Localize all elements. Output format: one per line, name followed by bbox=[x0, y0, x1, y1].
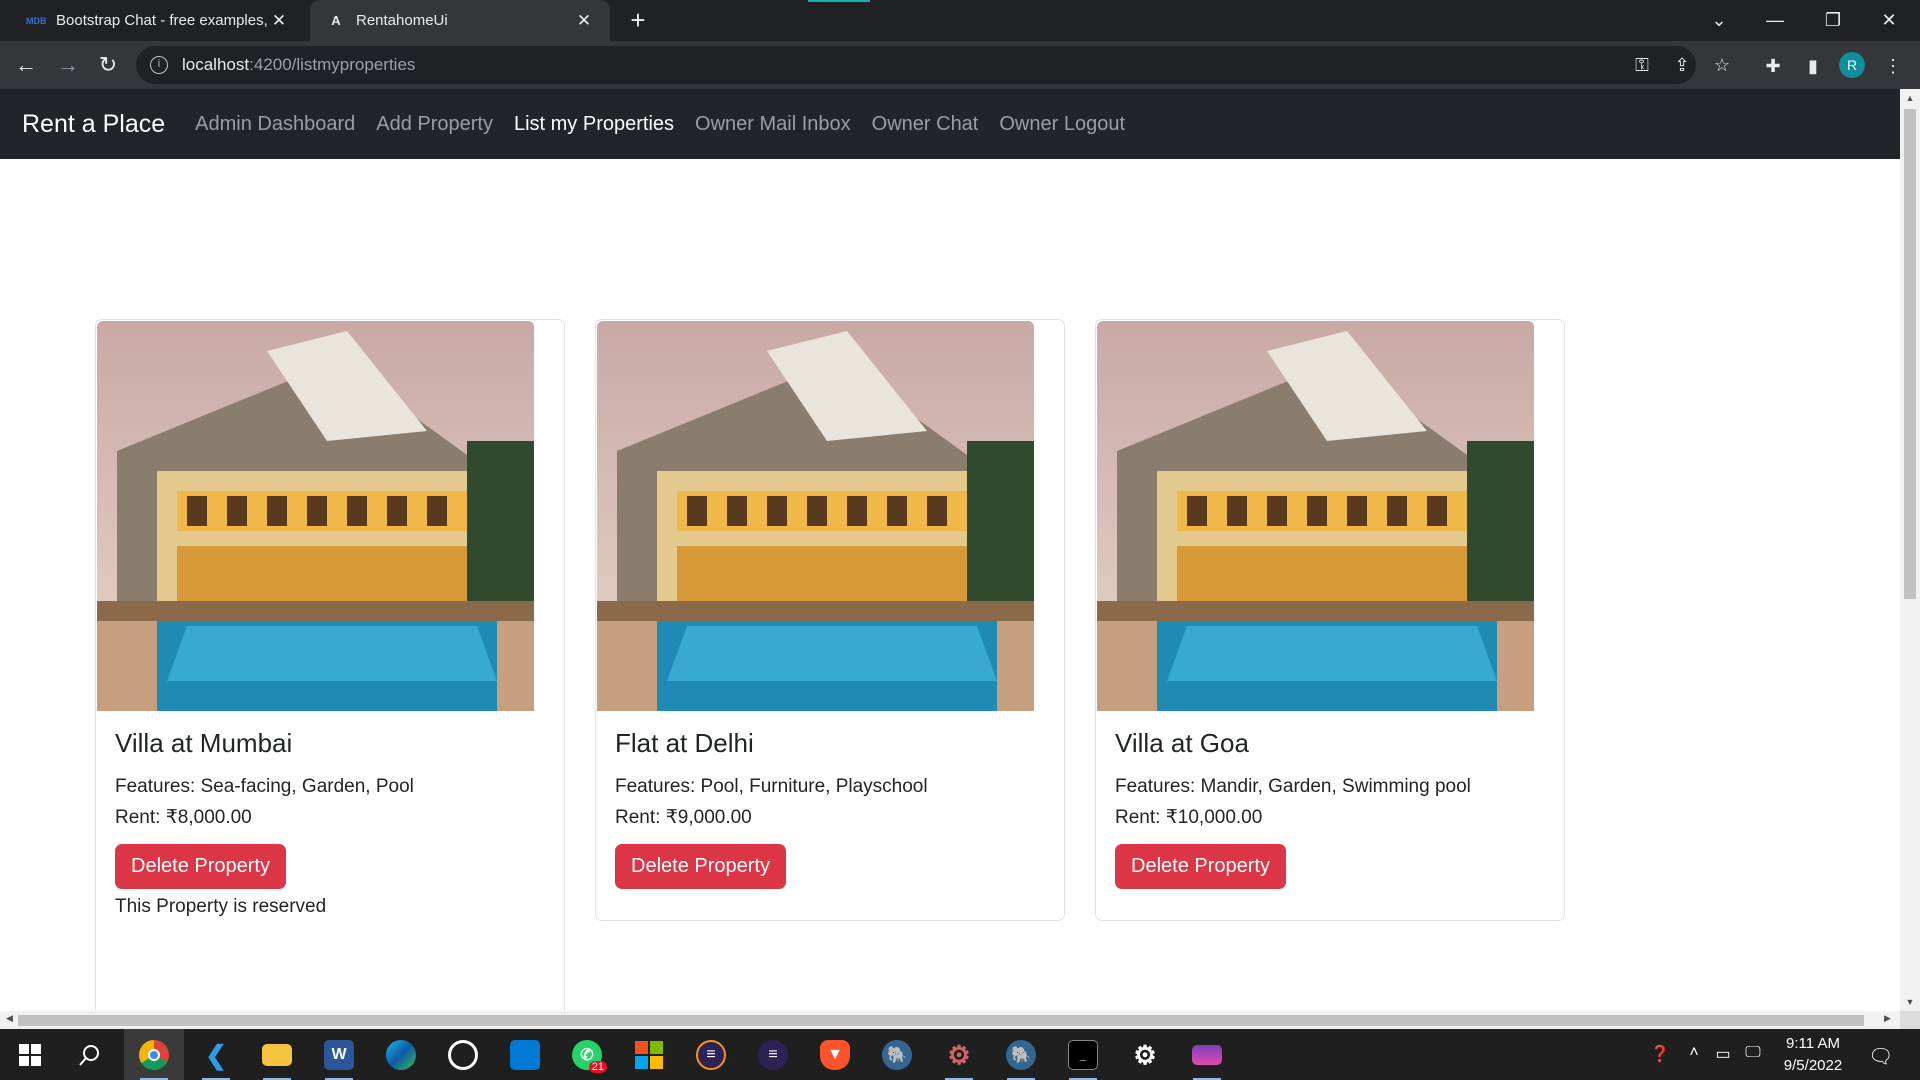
delete-property-button[interactable]: Delete Property bbox=[615, 844, 786, 889]
show-hidden-icons-chevron-icon[interactable]: ˄ bbox=[1683, 1044, 1705, 1062]
battery-icon[interactable]: ▭ bbox=[1712, 1044, 1734, 1064]
horizontal-scrollbar[interactable]: ◀ ▶ bbox=[0, 1011, 1900, 1029]
media-indicator bbox=[808, 0, 870, 2]
eclipse-icon[interactable]: ≡ bbox=[691, 1035, 731, 1075]
windows-start-icon[interactable] bbox=[10, 1035, 50, 1075]
store-icon[interactable] bbox=[505, 1035, 545, 1075]
scroll-left-arrow-icon[interactable]: ◀ bbox=[6, 1013, 13, 1024]
pgadmin-icon[interactable]: 🐘 bbox=[1001, 1035, 1041, 1080]
tab-title: Bootstrap Chat - free examples, t bbox=[56, 12, 269, 29]
property-features: Features: Pool, Furniture, Playschool bbox=[615, 776, 928, 797]
eclipse-ee-icon[interactable]: ≡ bbox=[753, 1035, 793, 1075]
property-features: Features: Mandir, Garden, Swimming pool bbox=[1115, 776, 1471, 797]
property-image bbox=[597, 321, 1034, 711]
back-button[interactable]: ← bbox=[10, 49, 42, 81]
restore-button[interactable]: ❐ bbox=[1810, 0, 1856, 41]
property-title: Villa at Goa bbox=[1115, 728, 1249, 758]
nav-link-owner-chat[interactable]: Owner Chat bbox=[872, 113, 979, 136]
settings-gear-app-icon[interactable]: ⚙ bbox=[939, 1035, 979, 1080]
bookmark-star-icon[interactable]: ☆ bbox=[1710, 53, 1734, 77]
vscode-icon[interactable]: ❮ bbox=[196, 1035, 236, 1080]
github-desktop-icon[interactable] bbox=[443, 1035, 483, 1075]
chrome-icon[interactable] bbox=[134, 1035, 174, 1080]
close-window-button[interactable]: ✕ bbox=[1866, 0, 1912, 41]
whatsapp-badge: 21 bbox=[588, 1061, 607, 1073]
site-info-icon[interactable]: i bbox=[150, 56, 168, 74]
postgres-elephant-icon[interactable]: 🐘 bbox=[877, 1035, 917, 1075]
search-icon[interactable] bbox=[70, 1035, 110, 1075]
property-card: Flat at Delhi Features: Pool, Furniture,… bbox=[595, 319, 1065, 921]
reload-button[interactable]: ↻ bbox=[92, 49, 124, 81]
delete-property-button[interactable]: Delete Property bbox=[1115, 844, 1286, 889]
office-apps-icon[interactable] bbox=[629, 1035, 669, 1075]
browser-toolbar: ← → ↻ i localhost:4200/listmyproperties … bbox=[0, 41, 1920, 89]
address-bar[interactable]: i localhost:4200/listmyproperties bbox=[136, 46, 1696, 84]
app-navbar: Rent a Place Admin Dashboard Add Propert… bbox=[0, 89, 1900, 159]
new-tab-button[interactable]: + bbox=[624, 6, 652, 34]
property-rent: Rent: ₹10,000.00 bbox=[1115, 807, 1263, 828]
nav-link-owner-logout[interactable]: Owner Logout bbox=[999, 113, 1125, 136]
snipping-tool-icon[interactable] bbox=[1187, 1035, 1227, 1080]
profile-avatar[interactable]: R bbox=[1839, 52, 1865, 78]
nav-link-owner-mail-inbox[interactable]: Owner Mail Inbox bbox=[695, 113, 851, 136]
windows-taskbar: ❮ W ✆ 21 ≡ ≡ ▼ 🐘 ⚙ 🐘 _ ⚙ bbox=[0, 1029, 1920, 1080]
notifications-icon[interactable]: 🗨 bbox=[1868, 1044, 1893, 1069]
file-explorer-icon[interactable] bbox=[257, 1035, 297, 1080]
share-icon[interactable]: ⇪ bbox=[1670, 53, 1694, 77]
property-card: Villa at Goa Features: Mandir, Garden, S… bbox=[1095, 319, 1565, 921]
scroll-up-arrow-icon[interactable]: ▲ bbox=[1900, 93, 1920, 103]
horizontal-scroll-thumb[interactable] bbox=[18, 1015, 1864, 1026]
property-image bbox=[97, 321, 534, 711]
navbar-brand[interactable]: Rent a Place bbox=[22, 110, 165, 139]
browser-tab-strip: MDB Bootstrap Chat - free examples, t ✕ … bbox=[0, 0, 1920, 41]
url-path: :4200/listmyproperties bbox=[249, 55, 416, 74]
side-panel-icon[interactable]: ▮ bbox=[1800, 53, 1826, 79]
browser-tab-rentahomeui[interactable]: A RentahomeUi ✕ bbox=[310, 0, 610, 41]
extensions-puzzle-icon[interactable]: ✚ bbox=[1760, 53, 1786, 79]
property-image bbox=[1097, 321, 1534, 711]
terminal-icon[interactable]: _ bbox=[1063, 1035, 1103, 1080]
password-key-icon[interactable]: ⚿ bbox=[1630, 53, 1654, 77]
scrollbar-corner bbox=[1900, 1011, 1920, 1029]
page-viewport: Rent a Place Admin Dashboard Add Propert… bbox=[0, 89, 1900, 1011]
tab-title: RentahomeUi bbox=[356, 12, 448, 29]
clock-time: 9:11 AM bbox=[1786, 1035, 1840, 1052]
mdb-favicon-icon: MDB bbox=[26, 15, 47, 26]
vertical-scrollbar[interactable]: ▲ ▼ bbox=[1900, 89, 1920, 1011]
close-tab-icon[interactable]: ✕ bbox=[574, 11, 594, 31]
clock-date: 9/5/2022 bbox=[1783, 1057, 1843, 1074]
edge-icon[interactable] bbox=[381, 1035, 421, 1075]
property-card: Villa at Mumbai Features: Sea-facing, Ga… bbox=[95, 319, 565, 1011]
url-host: localhost bbox=[182, 55, 250, 74]
whatsapp-icon[interactable]: ✆ 21 bbox=[567, 1035, 607, 1075]
scroll-right-arrow-icon[interactable]: ▶ bbox=[1884, 1013, 1891, 1024]
browser-tab-bootstrap-chat[interactable]: MDB Bootstrap Chat - free examples, t ✕ bbox=[10, 0, 305, 41]
word-icon[interactable]: W bbox=[319, 1035, 359, 1080]
help-question-icon[interactable]: ❓ bbox=[1649, 1044, 1671, 1064]
nav-link-admin-dashboard[interactable]: Admin Dashboard bbox=[195, 113, 355, 136]
chrome-menu-icon[interactable]: ⋮ bbox=[1880, 53, 1906, 79]
close-tab-icon[interactable]: ✕ bbox=[269, 11, 289, 31]
settings-icon[interactable]: ⚙ bbox=[1125, 1035, 1165, 1075]
property-title: Flat at Delhi bbox=[615, 728, 754, 758]
property-rent: Rent: ₹9,000.00 bbox=[615, 807, 752, 828]
network-icon[interactable]: 🖵 bbox=[1742, 1044, 1764, 1062]
reserved-status: This Property is reserved bbox=[115, 896, 327, 917]
property-rent: Rent: ₹8,000.00 bbox=[115, 807, 252, 828]
taskbar-clock[interactable]: 9:11 AM 9/5/2022 bbox=[1768, 1033, 1858, 1077]
tab-search-icon[interactable]: ⌄ bbox=[1696, 0, 1742, 41]
angular-favicon-icon: A bbox=[331, 13, 341, 28]
minimize-button[interactable]: — bbox=[1752, 0, 1798, 41]
vertical-scroll-thumb[interactable] bbox=[1904, 109, 1916, 599]
property-features: Features: Sea-facing, Garden, Pool bbox=[115, 776, 414, 797]
nav-link-list-my-properties[interactable]: List my Properties bbox=[514, 113, 674, 136]
delete-property-button[interactable]: Delete Property bbox=[115, 844, 286, 889]
scroll-down-arrow-icon[interactable]: ▼ bbox=[1900, 997, 1920, 1007]
forward-button[interactable]: → bbox=[52, 49, 84, 81]
property-title: Villa at Mumbai bbox=[115, 728, 293, 758]
nav-link-add-property[interactable]: Add Property bbox=[376, 113, 493, 136]
brave-icon[interactable]: ▼ bbox=[815, 1035, 855, 1075]
